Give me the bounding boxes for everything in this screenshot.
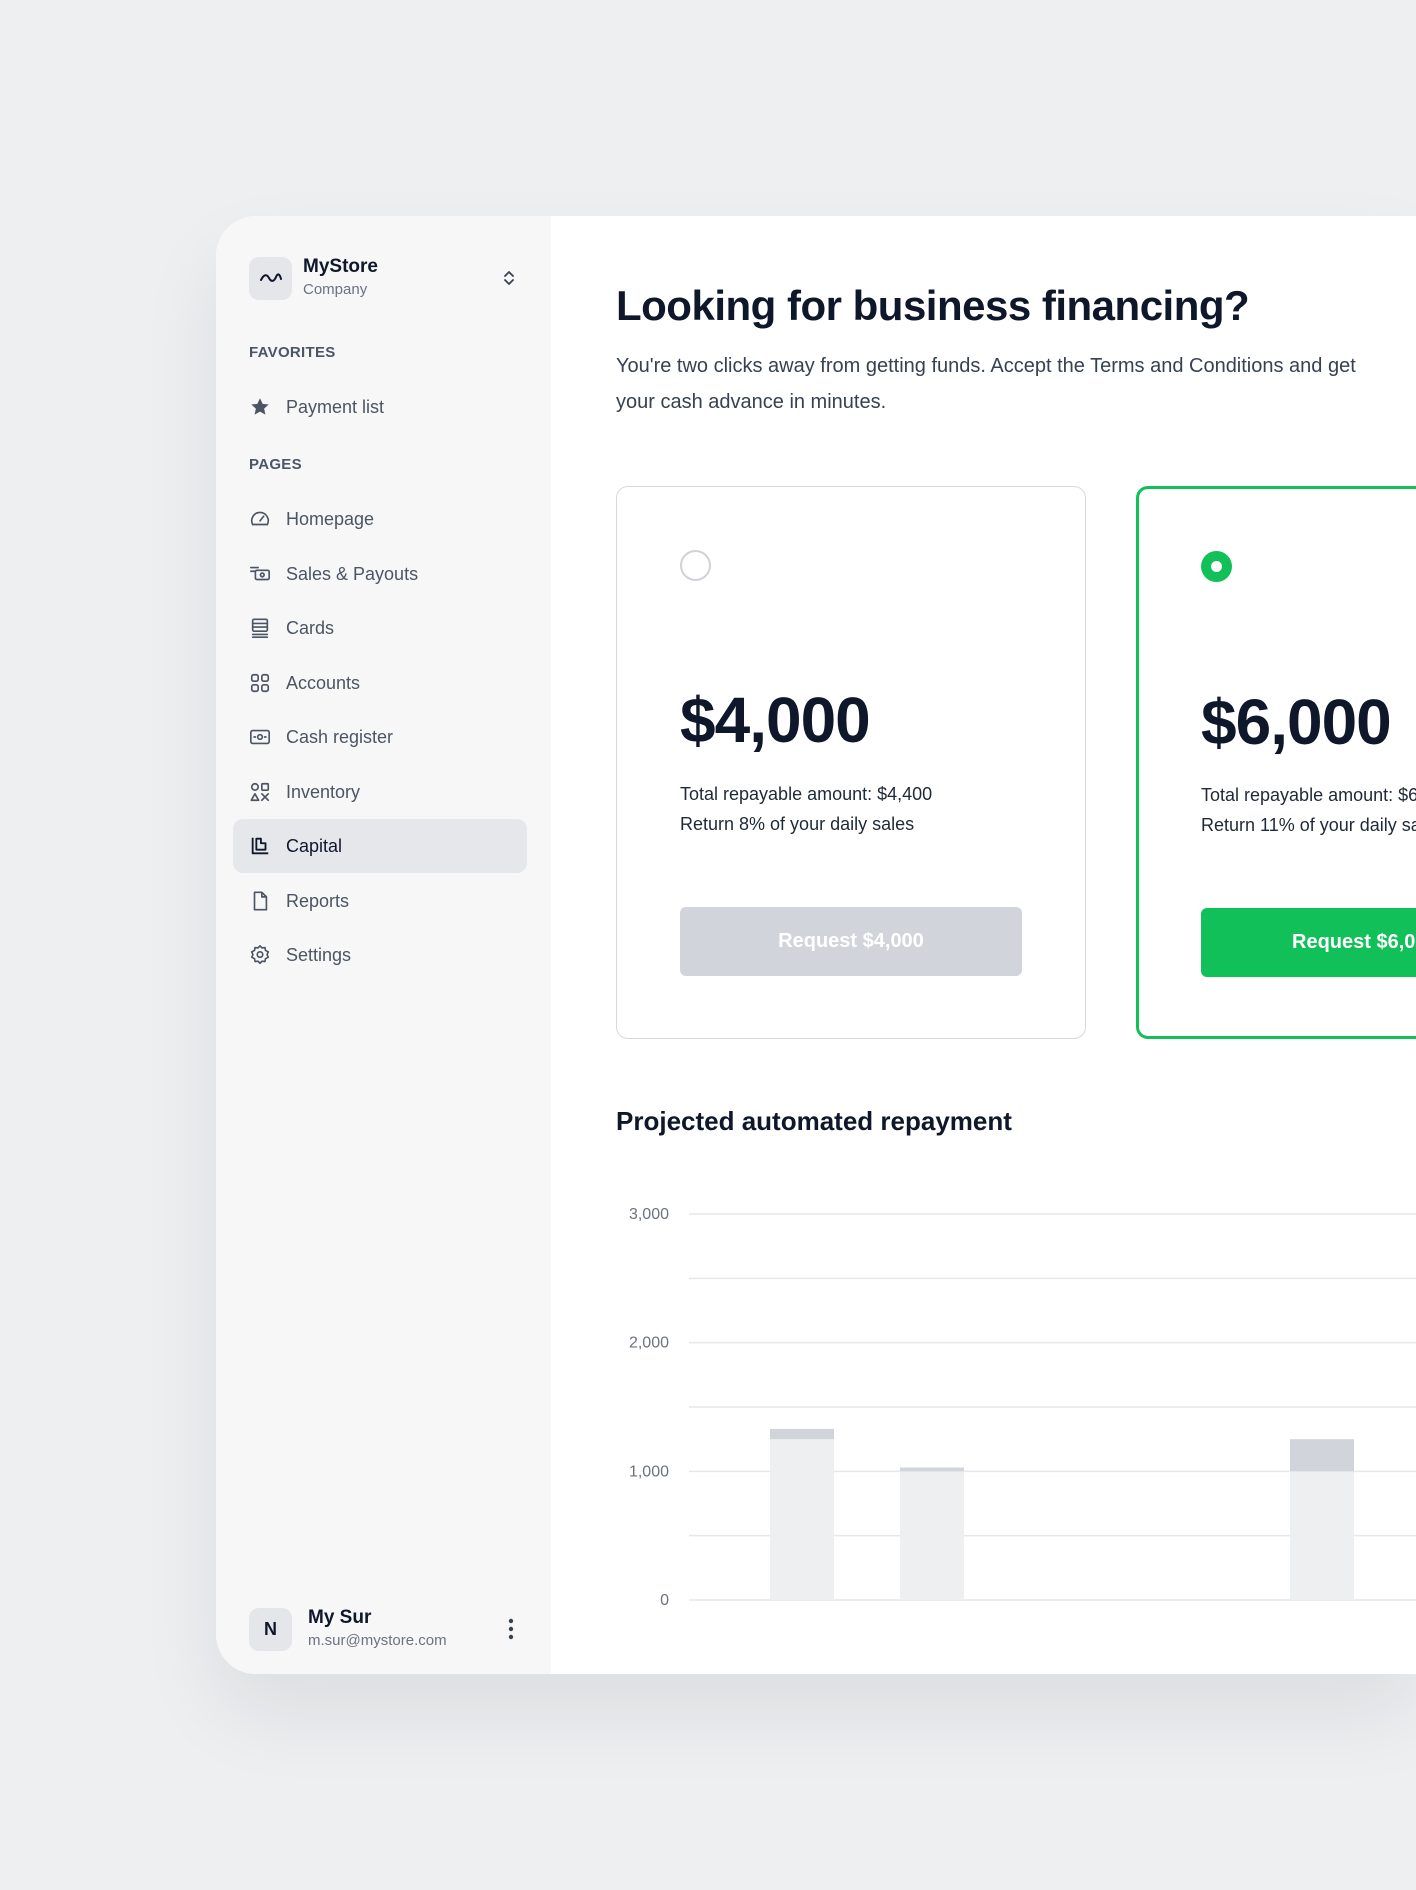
- y-tick-label: 1,000: [629, 1463, 669, 1480]
- cash-icon: [249, 726, 271, 748]
- request-4000-button[interactable]: Request $4,000: [680, 907, 1022, 976]
- company-name: MyStore: [303, 256, 378, 277]
- offer-repayable: Total repayable amount: $6,6: [1201, 785, 1416, 805]
- sidebar-item-label: Homepage: [286, 508, 375, 529]
- sidebar-item-reports[interactable]: Reports: [233, 874, 527, 928]
- offer-radio[interactable]: [680, 550, 711, 581]
- bar-segment-base: [1290, 1471, 1354, 1600]
- y-tick-label: 3,000: [629, 1206, 669, 1223]
- offer-radio[interactable]: [1201, 551, 1232, 582]
- sidebar-item-settings[interactable]: Settings: [233, 928, 527, 982]
- bar-segment-top: [770, 1428, 834, 1440]
- offer-return: Return 11% of your daily sale: [1201, 815, 1416, 835]
- company-type: Company: [303, 281, 368, 298]
- more-vertical-icon[interactable]: [501, 1614, 521, 1644]
- sidebar: MyStore Company FAVORITES Payment list P…: [216, 216, 551, 1674]
- offer-card-6000[interactable]: $6,000 Total repayable amount: $6,6 Retu…: [1136, 486, 1416, 1039]
- capital-icon: [249, 835, 271, 857]
- bar-segment-top: [1290, 1439, 1354, 1472]
- sidebar-item-label: Inventory: [286, 781, 361, 802]
- sidebar-item-inventory[interactable]: Inventory: [233, 765, 527, 819]
- offer-repayable: Total repayable amount: $4,400: [680, 784, 933, 804]
- gear-icon: [249, 944, 271, 966]
- cards-icon: [249, 617, 271, 639]
- company-logo-icon: [249, 256, 292, 300]
- offer-return: Return 8% of your daily sales: [680, 814, 915, 834]
- shapes-icon: [249, 781, 271, 803]
- sidebar-item-label: Sales & Payouts: [286, 563, 419, 584]
- sidebar-item-accounts[interactable]: Accounts: [233, 656, 527, 710]
- offer-amount: $6,000: [1201, 686, 1392, 758]
- sidebar-item-label: Cards: [286, 617, 335, 638]
- page-title: Looking for business financing?: [616, 282, 1250, 329]
- sidebar-item-label: Settings: [286, 944, 352, 965]
- company-info: MyStore Company: [303, 256, 499, 300]
- repayment-chart: 0 1,000 2,000 3,000: [629, 1206, 1416, 1609]
- sidebar-item-label: Capital: [286, 835, 343, 856]
- user-profile: N My Sur m.sur@mystore.com: [249, 1607, 521, 1651]
- bar-segment-base: [770, 1439, 834, 1600]
- pages-heading: PAGES: [249, 456, 302, 473]
- offer-amount: $4,000: [680, 684, 871, 756]
- page-subtitle: You're two clicks away from getting fund…: [616, 355, 1356, 413]
- request-6000-button[interactable]: Request $6,00: [1201, 908, 1416, 977]
- gauge-icon: [249, 508, 271, 530]
- offer-card-4000[interactable]: $4,000 Total repayable amount: $4,400 Re…: [616, 486, 1086, 1039]
- chevron-up-down-icon[interactable]: [499, 268, 519, 288]
- user-email: m.sur@mystore.com: [308, 1632, 447, 1649]
- chart-title: Projected automated repayment: [616, 1106, 1012, 1136]
- payout-icon: [249, 563, 271, 585]
- sidebar-item-label: Cash register: [286, 726, 394, 747]
- sidebar-item-homepage[interactable]: Homepage: [233, 492, 527, 546]
- star-icon: [249, 396, 271, 418]
- sidebar-item-label: Payment list: [286, 396, 385, 417]
- user-name: My Sur: [308, 1607, 372, 1628]
- app-window: MyStore Company FAVORITES Payment list P…: [216, 216, 1416, 1674]
- grid-icon: [249, 672, 271, 694]
- bar-segment-top: [900, 1467, 964, 1472]
- favorites-heading: FAVORITES: [249, 344, 336, 361]
- document-icon: [249, 890, 271, 912]
- y-tick-label: 0: [660, 1592, 669, 1609]
- bar-segment-base: [900, 1471, 964, 1600]
- sidebar-item-cash-register[interactable]: Cash register: [233, 710, 527, 764]
- avatar[interactable]: N: [249, 1607, 292, 1651]
- main-content: Looking for business financing? You're t…: [551, 216, 1416, 1674]
- sidebar-item-cards[interactable]: Cards: [233, 601, 527, 655]
- sidebar-item-sales-payouts[interactable]: Sales & Payouts: [233, 547, 527, 601]
- sidebar-item-label: Accounts: [286, 672, 361, 693]
- y-tick-label: 2,000: [629, 1335, 669, 1352]
- sidebar-item-label: Reports: [286, 890, 350, 911]
- company-switcher[interactable]: MyStore Company: [249, 255, 519, 301]
- sidebar-item-payment-list[interactable]: Payment list: [233, 380, 527, 434]
- user-info: My Sur m.sur@mystore.com: [308, 1607, 501, 1651]
- sidebar-item-capital[interactable]: Capital: [233, 819, 527, 873]
